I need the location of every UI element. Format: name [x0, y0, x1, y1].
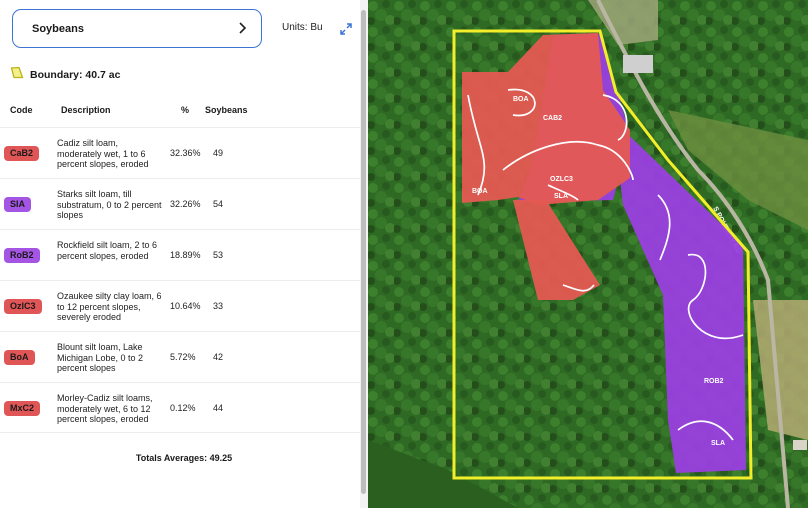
soil-description: Ozaukee silty clay loam, 6 to 12 percent… — [57, 291, 162, 322]
zone-label: ROB2 — [704, 378, 724, 385]
soil-code-badge: RoB2 — [4, 248, 40, 263]
soil-percent: 5.72% — [170, 352, 196, 362]
header-code: Code — [10, 105, 33, 115]
satellite-map[interactable]: S POVERTY RD BOA CAB2 OZLC3 BOA SLA ROB2 — [368, 0, 808, 508]
map-canvas: S POVERTY RD BOA CAB2 OZLC3 BOA SLA ROB2 — [368, 0, 808, 508]
soil-report-panel: Soybeans Units: Bu Boundary: 40.7 ac Cod… — [0, 0, 368, 508]
soil-yield: 42 — [213, 352, 224, 362]
farm-building — [623, 55, 653, 73]
soil-percent: 32.26% — [170, 199, 201, 209]
soil-code-badge: BoA — [4, 350, 35, 365]
table-row: OzlC3 Ozaukee silty clay loam, 6 to 12 p… — [0, 280, 360, 331]
boundary-label: Boundary: 40.7 ac — [30, 69, 121, 81]
boundary-icon — [10, 66, 24, 84]
totals-average: Totals Averages: 49.25 — [135, 453, 233, 463]
zone-label: SLA — [711, 440, 725, 447]
boundary-summary: Boundary: 40.7 ac — [10, 66, 120, 84]
soil-description: Starks silt loam, till substratum, 0 to … — [57, 189, 162, 220]
header-yield: Soybeans — [205, 105, 248, 115]
soil-description: Morley-Cadiz silt loams, moderately wet,… — [57, 393, 153, 424]
soil-percent: 10.64% — [170, 301, 201, 311]
zone-label: BOA — [513, 96, 529, 103]
zone-label: CAB2 — [543, 115, 562, 122]
soil-code-badge: SIA — [4, 197, 32, 212]
soil-description: Rockfield silt loam, 2 to 6 percent slop… — [57, 240, 158, 261]
soil-code-badge: OzlC3 — [4, 299, 42, 314]
header-description: Description — [61, 105, 111, 115]
scrollbar-thumb[interactable] — [361, 10, 366, 494]
soil-code-badge: CaB2 — [4, 146, 40, 161]
soil-yield: 49 — [213, 148, 224, 158]
zone-label: SLA — [554, 193, 568, 200]
soil-yield: 33 — [213, 301, 224, 311]
table-row: BoA Blount silt loam, Lake Michigan Lobe… — [0, 331, 360, 382]
soil-percent: 18.89% — [170, 250, 201, 260]
farm-building — [793, 440, 807, 450]
crop-select-value: Soybeans — [32, 22, 84, 35]
zone-label: BOA — [472, 188, 488, 195]
header-percent: % — [181, 105, 190, 115]
table-row: MxC2 Morley-Cadiz silt loams, moderately… — [0, 382, 360, 433]
soil-code-badge: MxC2 — [4, 401, 41, 416]
expand-icon[interactable] — [340, 22, 352, 35]
crop-select[interactable]: Soybeans — [12, 9, 262, 48]
table-divider — [0, 432, 360, 433]
units-label: Units: Bu — [282, 22, 323, 33]
soil-percent: 0.12% — [170, 403, 196, 413]
soil-yield: 54 — [213, 199, 224, 209]
soil-description: Blount silt loam, Lake Michigan Lobe, 0 … — [57, 342, 144, 373]
soil-percent: 32.36% — [170, 148, 201, 158]
table-row: CaB2 Cadiz silt loam, moderately wet, 1 … — [0, 127, 360, 178]
table-row: RoB2 Rockfield silt loam, 2 to 6 percent… — [0, 229, 360, 280]
soil-yield: 44 — [213, 403, 224, 413]
zone-label: OZLC3 — [550, 176, 573, 183]
table-row: SIA Starks silt loam, till substratum, 0… — [0, 178, 360, 229]
soil-description: Cadiz silt loam, moderately wet, 1 to 6 … — [57, 138, 149, 169]
chevron-right-icon — [237, 21, 261, 37]
soil-yield: 53 — [213, 250, 224, 260]
